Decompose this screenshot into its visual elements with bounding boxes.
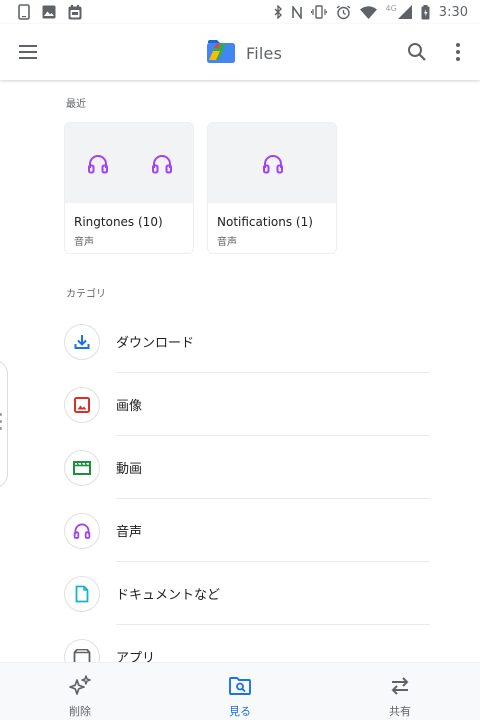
edge-panel-handle[interactable] xyxy=(0,360,8,488)
category-label: 動画 xyxy=(116,462,143,477)
download-icon xyxy=(64,324,100,360)
headphones-icon xyxy=(64,513,100,549)
menu-icon[interactable] xyxy=(16,40,40,64)
card-title: Notifications (1) xyxy=(217,215,313,229)
gallery-notification-icon xyxy=(42,5,56,19)
recent-section-header: 最近 xyxy=(66,99,86,110)
nav-label: 共有 xyxy=(389,705,411,718)
browse-folder-icon xyxy=(228,674,252,698)
headphones-icon xyxy=(262,153,284,175)
card-subtitle: 音声 xyxy=(74,237,94,248)
more-options-icon[interactable] xyxy=(446,40,470,64)
category-label: ドキュメントなど xyxy=(116,588,221,603)
search-icon[interactable] xyxy=(405,40,429,64)
nav-label: 見る xyxy=(229,705,251,718)
category-downloads[interactable]: ダウンロード xyxy=(64,310,430,373)
status-bar: 4G 3:30 xyxy=(0,0,480,24)
image-icon xyxy=(64,387,100,423)
battery-icon xyxy=(421,4,430,20)
swap-arrows-icon xyxy=(388,674,412,698)
wifi-icon xyxy=(359,5,377,19)
card-subtitle: 音声 xyxy=(217,237,237,248)
video-icon xyxy=(64,450,100,486)
recent-card-notifications[interactable]: Notifications (1) 音声 xyxy=(207,122,337,254)
category-audio[interactable]: 音声 xyxy=(64,499,430,562)
headphones-icon xyxy=(151,153,173,175)
nav-item-browse[interactable]: 見る xyxy=(160,663,320,720)
network-type-label: 4G xyxy=(385,4,397,13)
category-label: 画像 xyxy=(116,399,143,414)
nav-item-clean[interactable]: 削除 xyxy=(0,663,160,720)
card-thumbnail xyxy=(208,123,336,203)
files-logo-icon xyxy=(206,38,236,68)
app-bar: Files xyxy=(0,24,480,80)
card-title: Ringtones (10) xyxy=(74,215,163,229)
category-videos[interactable]: 動画 xyxy=(64,436,430,499)
card-thumbnail xyxy=(65,123,193,203)
app-brand: Files xyxy=(206,38,282,68)
phone-notification-icon xyxy=(18,4,30,20)
app-title: Files xyxy=(246,43,283,63)
bottom-navigation: 削除 見る 共有 xyxy=(0,662,480,720)
nav-item-share[interactable]: 共有 xyxy=(320,663,480,720)
recent-card-ringtones[interactable]: Ringtones (10) 音声 xyxy=(64,122,194,254)
nfc-icon xyxy=(291,5,302,19)
category-label: 音声 xyxy=(116,525,143,540)
clock-time: 3:30 xyxy=(438,4,468,20)
cell-signal-icon: 4G xyxy=(386,5,412,19)
nav-label: 削除 xyxy=(69,705,91,718)
category-images[interactable]: 画像 xyxy=(64,373,430,436)
category-label: ダウンロード xyxy=(116,336,195,351)
calendar-notification-icon xyxy=(68,4,82,20)
alarm-icon xyxy=(336,4,351,20)
category-documents[interactable]: ドキュメントなど xyxy=(64,562,430,625)
document-icon xyxy=(64,576,100,612)
headphones-icon xyxy=(87,153,109,175)
bluetooth-icon xyxy=(274,5,283,19)
vibrate-icon xyxy=(310,5,327,19)
handle-dots xyxy=(0,413,2,430)
sparkle-clean-icon xyxy=(68,674,92,698)
categories-section-header: カテゴリ xyxy=(66,289,106,300)
